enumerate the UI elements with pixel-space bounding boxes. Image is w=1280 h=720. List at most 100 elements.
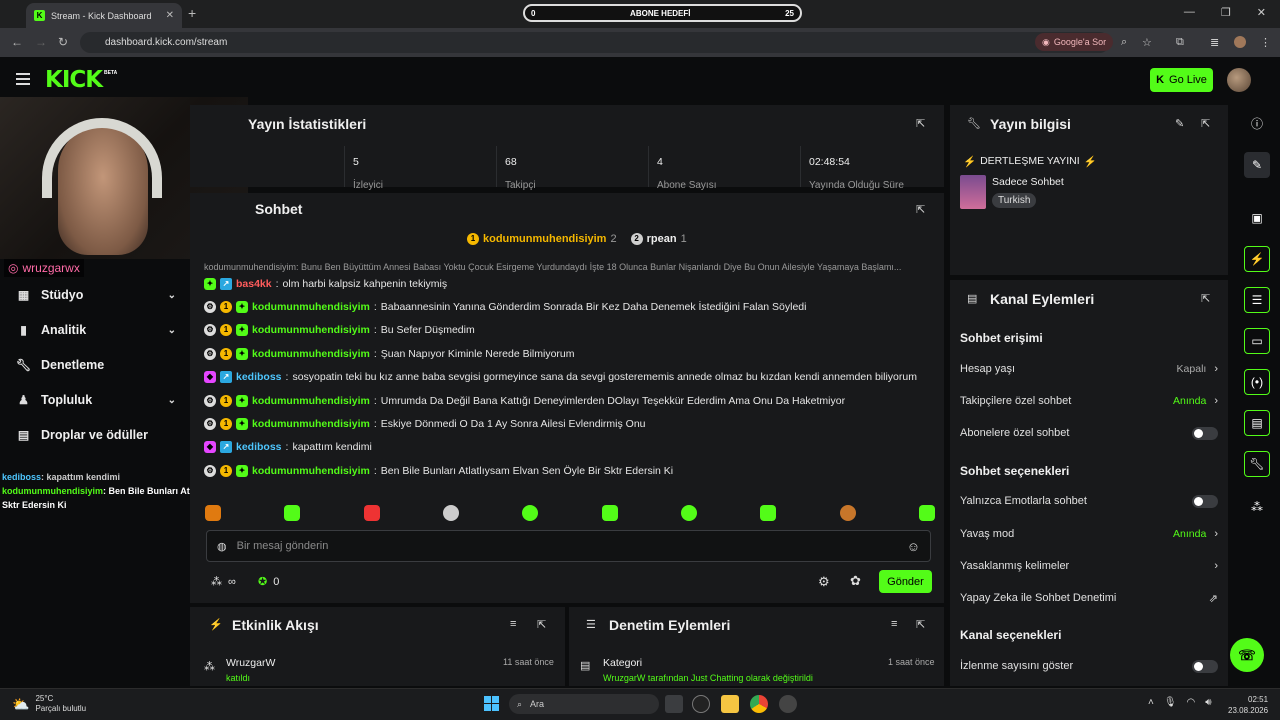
profile-icon[interactable] [1234,36,1246,48]
browser-menu-icon[interactable]: ⋮ [1260,36,1271,49]
sidebar-item-studio[interactable]: ▦ Stüdyo ⌄ [16,285,176,305]
close-window-icon[interactable]: ✕ [1257,6,1266,19]
emote-picker-icon[interactable]: ✿ [850,573,861,589]
lightning-icon[interactable]: ⚡ [1244,246,1270,272]
forward-icon[interactable]: → [35,35,47,49]
show-viewers-toggle[interactable] [1192,659,1218,673]
list-icon[interactable]: ☰ [1244,287,1270,313]
kicks-balance[interactable]: ✪ 0 [258,575,279,589]
sidebar-item-analytics[interactable]: ▮ Analitik ⌄ [16,320,176,340]
chat-username[interactable]: kodumunmuhendisiyim [252,465,370,477]
row-ai-moderation[interactable]: Yapay Zeka ile Sohbet Denetimi ⇗ [960,588,1218,608]
chat-message[interactable]: ⚙ 1 ✦ kodumunmuhendisiyim: Babaannesinin Yan… [204,295,934,318]
edit-icon[interactable]: ✎ [1244,152,1270,178]
category-thumbnail[interactable] [960,175,986,209]
chat-username[interactable]: kediboss [236,441,282,453]
chat-message[interactable]: ⚙ 1 ✦ kodumunmuhendisiyim: Şuan Napıyor Kimi… [204,342,934,365]
reading-list-icon[interactable]: ≣ [1210,36,1219,49]
windows-start-icon[interactable] [484,696,499,711]
chrome-icon[interactable] [750,695,768,713]
emoji-icon[interactable]: ☺ [907,539,920,554]
emote-icon[interactable] [918,505,935,521]
bookmark-star-icon[interactable]: ☆ [1142,36,1152,49]
category-name[interactable]: Sadece Sohbet [992,176,1064,188]
stream-preview-icon[interactable]: ▣ [1244,205,1270,231]
row-account-age[interactable]: Hesap yaşı Kapalı › [960,359,1218,379]
emote-icon[interactable] [205,505,221,521]
task-view-icon[interactable] [665,695,683,713]
user-avatar[interactable] [1227,68,1251,92]
reload-icon[interactable]: ↻ [58,35,68,49]
chat-icon[interactable]: ▭ [1244,328,1270,354]
leaderboard-entry[interactable]: 1 kodumunmuhendisiyim 2 [467,233,617,245]
wifi-icon[interactable]: ◠ [1187,697,1196,708]
kick-logo[interactable]: KICK [45,67,103,93]
channel-icon[interactable]: ▤ [1244,410,1270,436]
chat-mode-icon[interactable]: ◍ [217,540,227,553]
hamburger-menu-icon[interactable] [16,73,30,85]
extensions-icon[interactable]: ⧉ [1176,36,1184,49]
expand-icon[interactable]: ⇱ [916,117,925,130]
emote-icon[interactable] [760,505,777,521]
emote-icon[interactable] [601,505,618,521]
new-tab-icon[interactable]: + [188,5,196,21]
expand-icon[interactable]: ⇱ [537,618,546,631]
url-field[interactable]: dashboard.kick.com/stream [80,32,1110,53]
edit-pencil-icon[interactable]: ✎ [1175,117,1184,130]
emote-icon[interactable] [363,505,380,521]
emote-icon[interactable] [442,505,459,521]
mic-icon[interactable]: 🎙︎ [1164,697,1177,708]
row-slow-mode[interactable]: Yavaş mod Anında › [960,524,1218,544]
filter-icon[interactable]: ≡ [510,618,516,630]
taskbar-clock[interactable]: 02:51 23.08.2026 [1228,694,1268,716]
emote-icon[interactable] [839,505,856,521]
chat-message[interactable]: ◆ ↗ kediboss: sosyopatin teki bu kız anne b… [204,366,934,389]
row-banned-words[interactable]: Yasaklanmış kelimeler › [960,556,1218,576]
browser-tab[interactable]: K Stream - Kick Dashboard ✕ [26,3,182,28]
send-button[interactable]: Gönder [879,570,932,593]
file-explorer-icon[interactable] [721,695,739,713]
chat-username[interactable]: kodumunmuhendisiyim [252,418,370,430]
channel-points[interactable]: ⁂ ∞ [211,575,236,589]
chat-message[interactable]: ✦ ↗ bas4kk: olm harbi kalpsiz kahpenin teki… [204,272,934,295]
obs-icon[interactable] [779,695,797,713]
chat-message[interactable]: ⚙ 1 ✦ kodumunmuhendisiyim: Bu Sefer Düşmedim [204,319,934,342]
chat-username[interactable]: kediboss [236,371,282,383]
back-icon[interactable]: ← [11,35,23,49]
leaderboard-entry[interactable]: 2 rpean 1 [630,233,687,245]
row-followers-only[interactable]: Takipçilere özel sohbet Anında › [960,391,1218,411]
google-ask-button[interactable]: ◉ Google'a Sor [1035,33,1114,51]
app-icon[interactable] [692,695,710,713]
wrench-icon[interactable]: 🔧︎ [1244,451,1270,477]
chat-message[interactable]: ⚙ 1 ✦ kodumunmuhendisiyim: Umrumda Da Değil … [204,389,934,412]
chat-username[interactable]: bas4kk [236,278,272,290]
chat-message[interactable]: ⚙ 1 ✦ kodumunmuhendisiyim: Ben Bile Bunları … [204,459,934,482]
subs-only-toggle[interactable] [1192,426,1218,440]
zoom-icon[interactable]: ⌕ [1121,36,1127,49]
expand-icon[interactable]: ⇱ [1201,292,1210,305]
chat-message[interactable]: ⚙ 1 ✦ kodumunmuhendisiyim: Eskiye Dönmedi O … [204,412,934,435]
expand-icon[interactable]: ⇱ [1201,117,1210,130]
chevron-up-icon[interactable]: ˄ [1148,697,1154,708]
minimize-icon[interactable]: — [1184,6,1195,19]
emote-icon[interactable] [680,505,697,521]
filter-icon[interactable]: ≡ [891,618,897,630]
taskbar-search[interactable]: ⌕ Ara [509,694,659,714]
emote-only-toggle[interactable] [1192,494,1218,508]
gear-icon[interactable]: ⚙ [818,574,830,590]
sidebar-item-drops[interactable]: ▤ Droplar ve ödüller [16,425,176,445]
go-live-button[interactable]: K Go Live [1150,68,1213,92]
chat-username[interactable]: kodumunmuhendisiyim [252,324,370,336]
chat-username[interactable]: kodumunmuhendisiyim [252,348,370,360]
volume-icon[interactable]: 🔊︎ [1205,697,1211,708]
info-icon[interactable]: ⓘ [1244,110,1270,136]
weather-widget[interactable]: ⛅ 25°C Parçalı bulutlu [12,694,86,714]
points-icon[interactable]: ⁂ [1244,494,1270,520]
sidebar-item-community[interactable]: ♟ Topluluk ⌄ [16,390,176,410]
maximize-icon[interactable]: ❐ [1221,6,1231,19]
emote-icon[interactable] [284,505,301,521]
chat-username[interactable]: kodumunmuhendisiyim [252,301,370,313]
sidebar-item-moderation[interactable]: 🔧︎ Denetleme [16,355,176,375]
chat-username[interactable]: kodumunmuhendisiyim [252,395,370,407]
chat-message[interactable]: ◆ ↗ kediboss: kapattım kendimi [204,436,934,459]
